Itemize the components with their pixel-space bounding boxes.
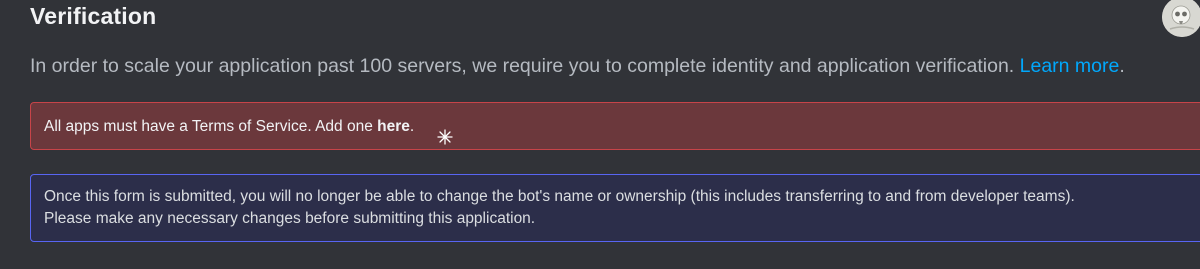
warning-line-1: Once this form is submitted, you will no… (44, 188, 1075, 205)
submission-warning-banner: Once this form is submitted, you will no… (30, 174, 1200, 242)
description-period: . (1119, 55, 1125, 77)
user-avatar[interactable] (1162, 0, 1200, 37)
error-banner-period: . (409, 118, 415, 135)
terms-of-service-error-banner: All apps must have a Terms of Service. A… (30, 102, 1200, 150)
description-text: In order to scale your application past … (30, 55, 1015, 77)
error-banner-message: All apps must have a Terms of Service. A… (44, 118, 378, 135)
warning-line-2: Please make any necessary changes before… (44, 210, 536, 227)
section-description: In order to scale your application past … (30, 52, 1125, 80)
learn-more-link[interactable]: Learn more (1020, 55, 1120, 77)
sparkle-icon (437, 129, 453, 145)
section-title: Verification (30, 3, 157, 29)
error-banner-text: All apps must have a Terms of Service. A… (44, 118, 414, 136)
add-terms-link[interactable]: here (377, 118, 410, 135)
skull-avatar-icon (1162, 0, 1200, 37)
verification-page: Verification In order to scale your appl… (0, 0, 1200, 269)
